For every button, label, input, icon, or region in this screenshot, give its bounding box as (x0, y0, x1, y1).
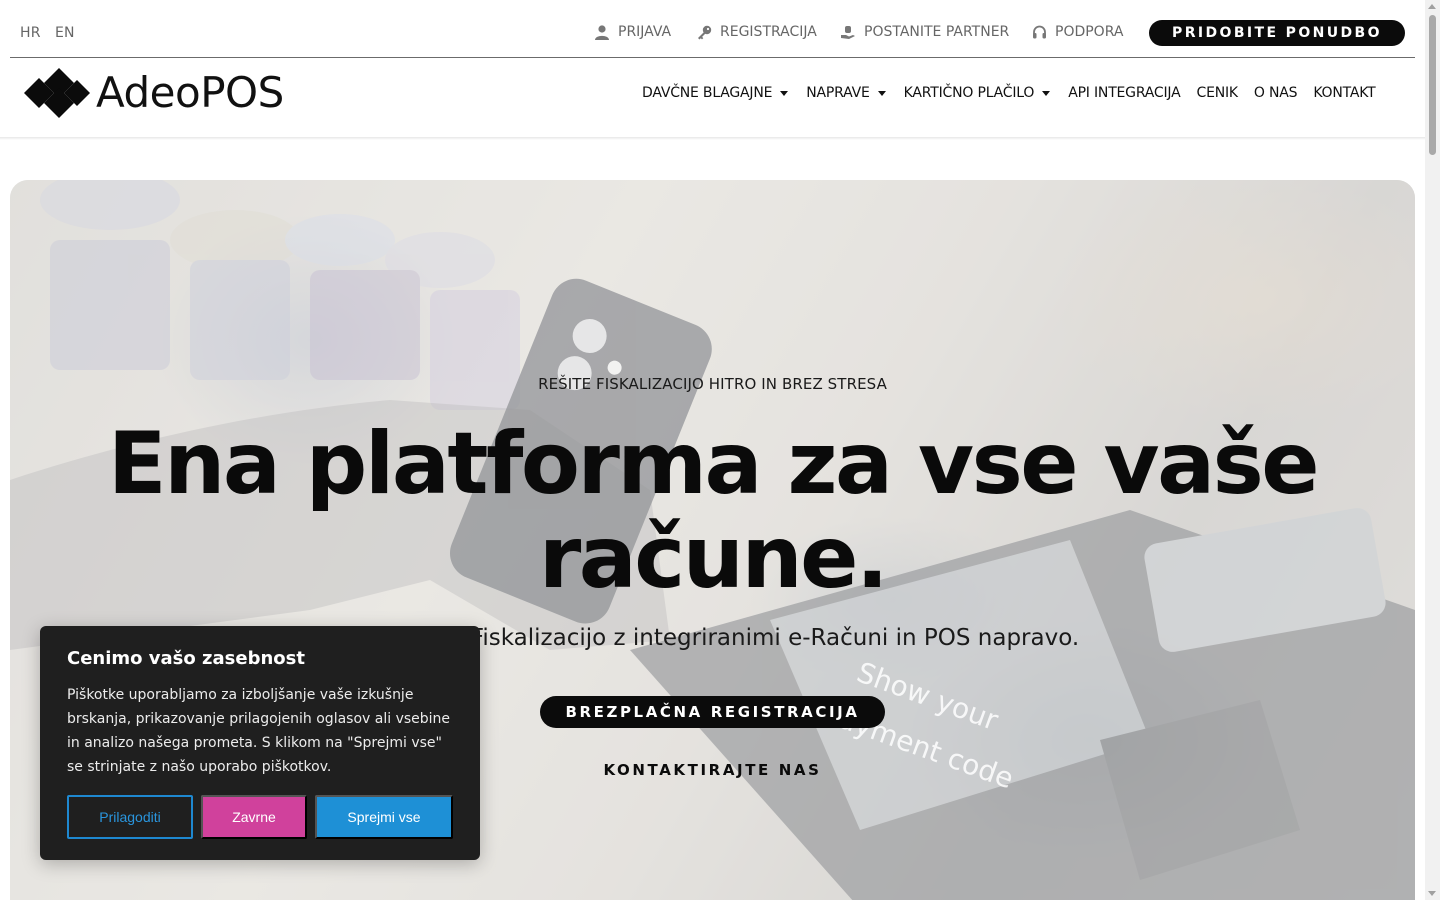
nav-item-cenik[interactable]: CENIK (1197, 85, 1239, 101)
get-offer-button[interactable]: PRIDOBITE PONUDBO (1149, 20, 1405, 46)
accept-all-cookies-button[interactable]: Sprejmi vse (315, 795, 453, 839)
nav-item-kontakt[interactable]: KONTAKT (1313, 85, 1375, 101)
topbar-divider (10, 57, 1415, 58)
free-registration-button[interactable]: BREZPLAČNA REGISTRACIJA (540, 696, 885, 728)
hero-eyebrow: REŠITE FISKALIZACIJO HITRO IN BREZ STRES… (538, 375, 887, 393)
nav-item-naprave[interactable]: NAPRAVE (806, 85, 886, 101)
hero-title: Ena platforma za vse vaše račune. (10, 417, 1415, 605)
logo[interactable]: AdeoPOS (24, 68, 284, 118)
scrollbar-thumb[interactable] (1429, 15, 1436, 155)
scroll-down-arrow-icon[interactable] (1428, 891, 1436, 896)
contact-us-button[interactable]: KONTAKTIRAJTE NAS (540, 758, 885, 782)
handshake-icon (840, 24, 856, 40)
language-hr[interactable]: HR (20, 25, 41, 41)
nav-item-davcne-blagajne[interactable]: DAVČNE BLAGAJNE (642, 85, 789, 101)
language-en[interactable]: EN (55, 25, 75, 41)
customize-cookies-button[interactable]: Prilagoditi (67, 795, 193, 839)
register-link[interactable]: REGISTRACIJA (696, 24, 817, 40)
nav-item-o-nas[interactable]: O NAS (1254, 85, 1298, 101)
support-label: PODPORA (1055, 24, 1124, 40)
headset-icon (1031, 24, 1047, 40)
login-label: PRIJAVA (618, 24, 672, 40)
user-icon (594, 24, 610, 40)
cookie-title: Cenimo vašo zasebnost (67, 648, 305, 669)
nav-item-label: NAPRAVE (806, 85, 870, 101)
cookie-text: Piškotke uporabljamo za izboljšanje vaše… (67, 687, 451, 775)
partner-link[interactable]: POSTANITE PARTNER (840, 24, 1009, 40)
scroll-up-arrow-icon[interactable] (1428, 4, 1436, 9)
nav-item-api-integracija[interactable]: API INTEGRACIJA (1068, 85, 1181, 101)
partner-label: POSTANITE PARTNER (864, 24, 1010, 40)
login-link[interactable]: PRIJAVA (594, 24, 671, 40)
caret-down-icon (780, 90, 789, 96)
logo-mark-icon (24, 68, 90, 118)
cookie-consent-banner: Cenimo vašo zasebnost Piškotke uporablja… (40, 626, 480, 860)
scrollbar[interactable] (1425, 0, 1440, 900)
hero-title-line-1: Ena platforma za vse vaše (107, 414, 1320, 514)
logo-text: AdeoPOS (96, 68, 284, 117)
key-icon (696, 24, 712, 40)
header-shadow (0, 137, 1425, 140)
hero-title-line-2: račune. (538, 508, 889, 608)
reject-cookies-button[interactable]: Zavrne (201, 795, 307, 839)
nav-item-label: KARTIČNO PLAČILO (903, 85, 1035, 101)
nav-item-label: DAVČNE BLAGAJNE (642, 85, 773, 101)
nav-item-karticno-placilo[interactable]: KARTIČNO PLAČILO (904, 85, 1051, 101)
register-label: REGISTRACIJA (720, 24, 817, 40)
main-nav: DAVČNE BLAGAJNE NAPRAVE KARTIČNO PLAČILO… (642, 84, 1376, 102)
caret-down-icon (877, 90, 886, 96)
support-link[interactable]: PODPORA (1031, 24, 1123, 40)
caret-down-icon (1042, 90, 1051, 96)
top-utility-bar: HR EN PRIJAVA REGISTRACIJA POSTANITE PAR… (0, 0, 1425, 58)
